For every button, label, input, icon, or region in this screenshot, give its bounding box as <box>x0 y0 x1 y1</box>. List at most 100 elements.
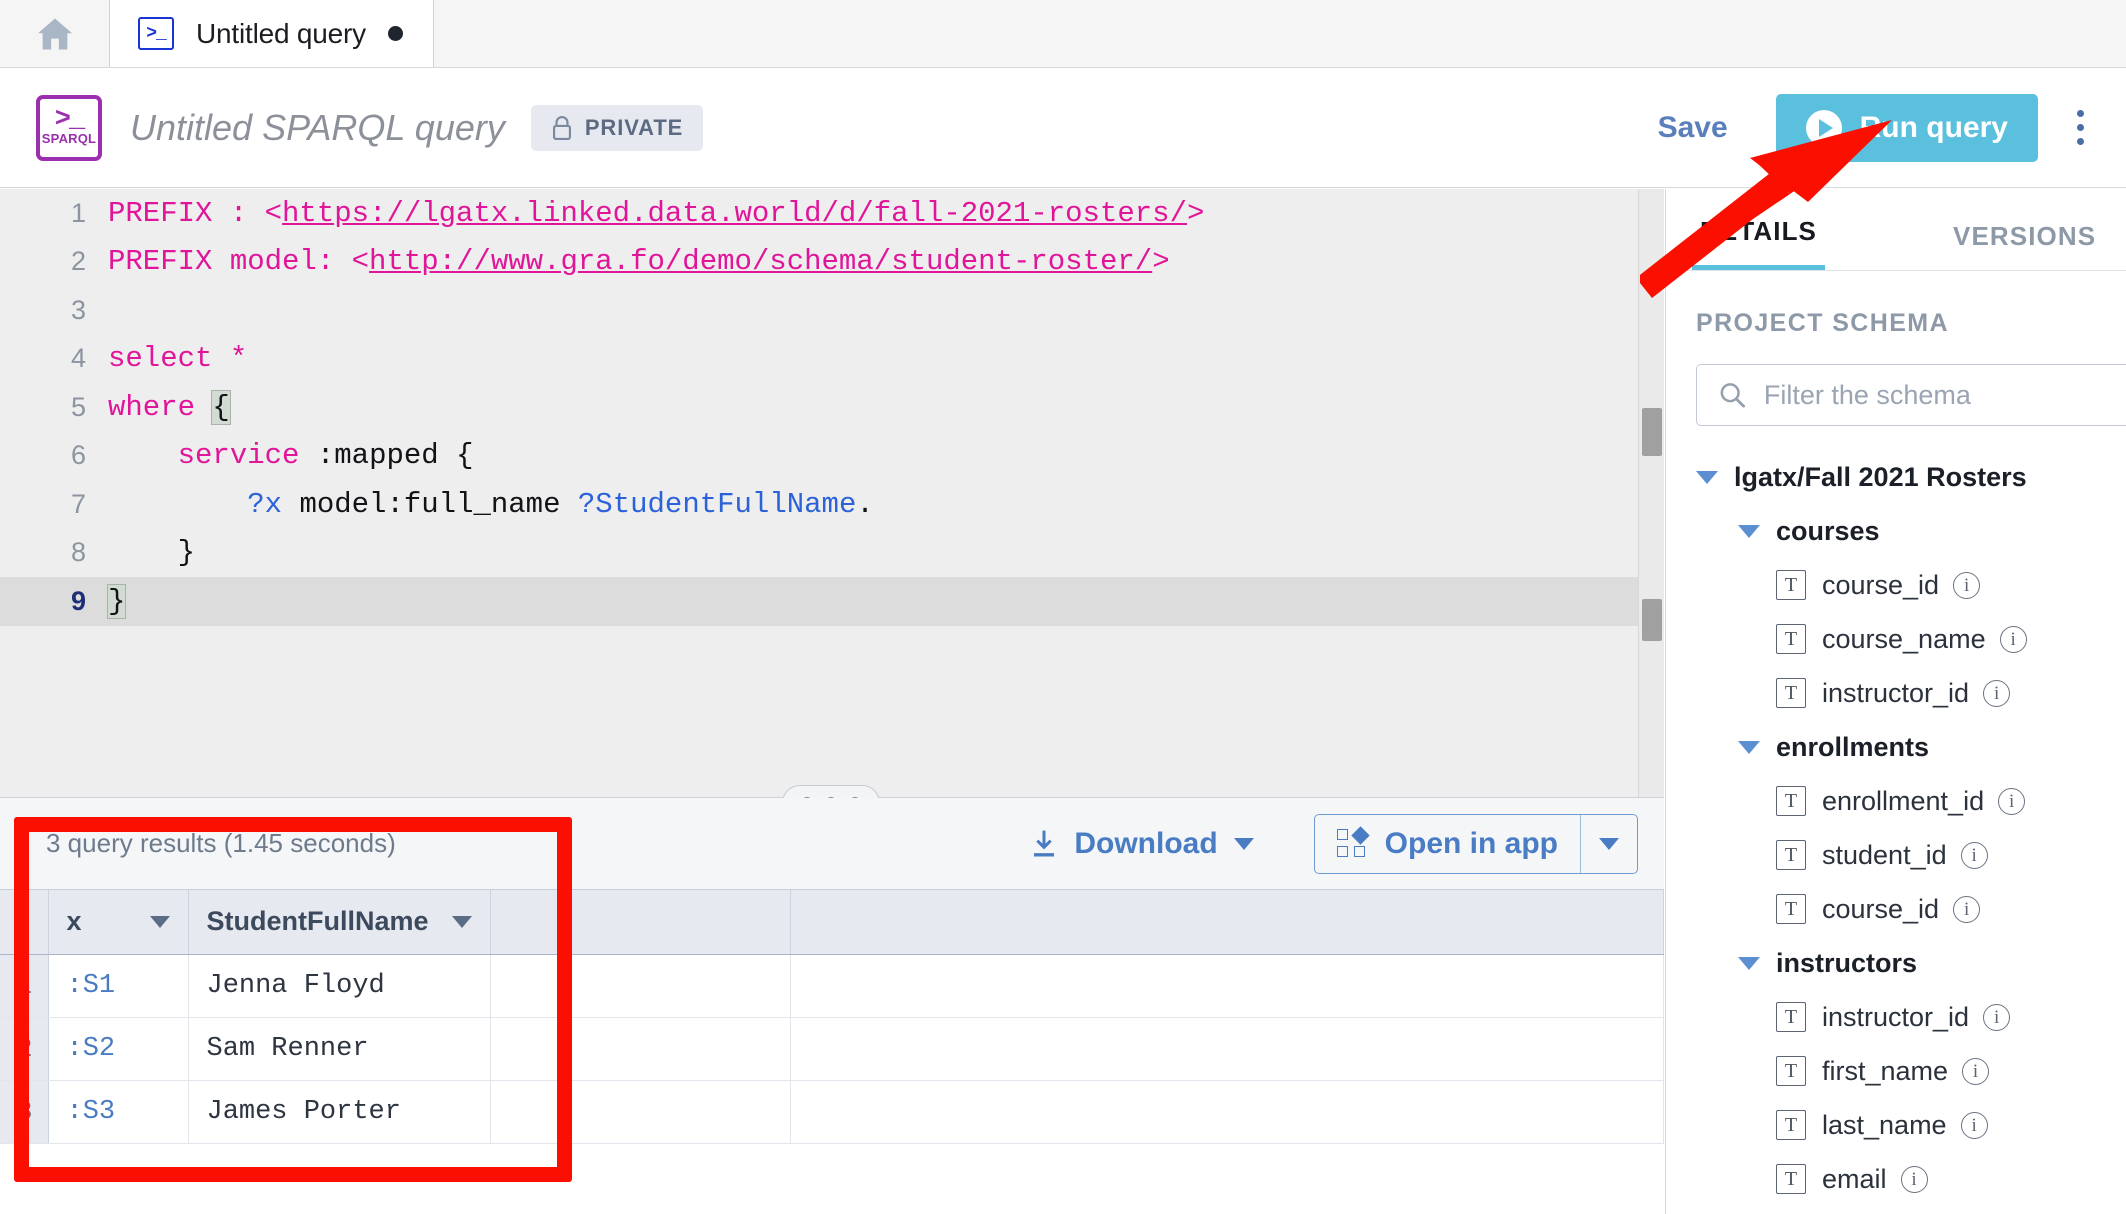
code-token: { <box>211 389 231 425</box>
project-details-sidebar: DETAILS VERSIONS PROJECT SCHEMA lgatx/Fa… <box>1665 189 2126 1214</box>
cell-x[interactable]: :S2 <box>48 1017 189 1081</box>
code-line[interactable]: 5 where { <box>0 383 1664 432</box>
schema-filter-input[interactable] <box>1763 379 2126 411</box>
cell-studentfullname[interactable]: James Porter <box>188 1080 491 1144</box>
table-row[interactable]: 2:S2 Sam Renner <box>0 1017 1664 1081</box>
download-icon <box>1034 830 1055 856</box>
info-icon[interactable]: i <box>1953 571 1981 599</box>
cell-x[interactable]: :S1 <box>48 954 189 1018</box>
tab-details[interactable]: DETAILS <box>1692 216 1825 270</box>
code-line[interactable]: 6 service :mapped { <box>0 432 1664 481</box>
editor-scrollbar-thumb[interactable] <box>1642 408 1662 456</box>
chevron-down-icon[interactable] <box>1734 948 1764 978</box>
code-line[interactable]: 3 <box>0 286 1664 335</box>
code-token: model:full_name <box>282 487 578 521</box>
schema-group-lgatx-fall-2021-rosters[interactable]: lgatx/Fall 2021 Rosters <box>1692 450 2126 504</box>
code-lines-container[interactable]: 1 PREFIX : <https://lgatx.linked.data.wor… <box>0 189 1664 797</box>
chevron-down-icon[interactable] <box>149 915 170 928</box>
line-number: 4 <box>70 343 86 374</box>
editor-tab-untitled-query[interactable]: >_ Untitled query <box>110 0 434 67</box>
schema-field-course-id[interactable]: Tcourse_id i <box>1692 558 2126 612</box>
code-text[interactable]: PREFIX model: <http://www.gra.fo/demo/sc… <box>108 245 1170 278</box>
schema-field-course-id[interactable]: Tcourse_id i <box>1692 882 2126 936</box>
schema-field-instructor-id[interactable]: Tinstructor_id i <box>1692 990 2126 1044</box>
more-options-button[interactable] <box>2060 98 2100 158</box>
code-text[interactable]: service :mapped { <box>108 439 474 472</box>
code-line[interactable]: 4 select * <box>0 335 1664 384</box>
code-text[interactable]: } <box>108 536 195 569</box>
editor-scrollbar-thumb-lower[interactable] <box>1642 599 1662 641</box>
sparql-code-editor[interactable]: 1 PREFIX : <https://lgatx.linked.data.wor… <box>0 189 1664 797</box>
schema-field-label: course_id <box>1822 893 1940 924</box>
download-button[interactable]: Download <box>1016 819 1267 869</box>
code-token: http://www.gra.fo/demo/schema/student-ro… <box>369 245 1153 279</box>
code-text[interactable]: where { <box>108 389 231 425</box>
schema-filter-wrapper <box>1666 338 2126 426</box>
chevron-down-icon[interactable] <box>451 915 472 928</box>
query-header-toolbar: >_ SPARQL Untitled SPARQL query PRIVATE … <box>0 68 2126 188</box>
chevron-down-icon[interactable] <box>1734 516 1764 546</box>
download-label: Download <box>1074 826 1218 860</box>
schema-field-course-name[interactable]: Tcourse_name i <box>1692 612 2126 666</box>
column-header-studentfullname[interactable]: StudentFullName <box>188 890 491 955</box>
info-icon[interactable]: i <box>1962 1057 1990 1085</box>
cell-studentfullname[interactable]: Jenna Floyd <box>188 954 491 1018</box>
code-text[interactable]: select * <box>108 342 247 375</box>
chevron-down-icon[interactable] <box>1734 732 1764 762</box>
info-icon[interactable]: i <box>1983 679 2011 707</box>
table-row[interactable]: 1:S1 Jenna Floyd <box>0 954 1664 1018</box>
cell-filler <box>790 954 1664 1018</box>
code-text[interactable]: ?x model:full_name ?StudentFullName. <box>108 488 874 521</box>
home-button[interactable] <box>0 0 110 67</box>
code-line[interactable]: 9} <box>0 577 1664 626</box>
editor-vertical-scrollbar[interactable] <box>1638 189 1664 797</box>
code-text[interactable]: PREFIX : <https://lgatx.linked.data.worl… <box>108 197 1204 230</box>
open-in-app-button[interactable]: Open in app <box>1313 813 1638 874</box>
code-line[interactable]: 2 PREFIX model: <http://www.gra.fo/demo/s… <box>0 238 1664 287</box>
column-header-x-label: x <box>66 906 82 937</box>
line-number: 7 <box>70 488 86 519</box>
cell-x[interactable]: :S3 <box>48 1080 189 1144</box>
schema-field-student-id[interactable]: Tstudent_id i <box>1692 828 2126 882</box>
schema-tree[interactable]: lgatx/Fall 2021 Rosters courses Tcourse_id… <box>1666 426 2126 1206</box>
info-icon[interactable]: i <box>1900 1165 1928 1193</box>
schema-field-email[interactable]: Temail i <box>1692 1152 2126 1206</box>
line-number: 8 <box>70 537 86 568</box>
save-button[interactable]: Save <box>1636 101 1750 155</box>
text-type-icon: T <box>1776 1056 1806 1086</box>
open-in-app-dropdown[interactable] <box>1580 814 1637 873</box>
query-title[interactable]: Untitled SPARQL query <box>130 107 505 149</box>
schema-filter-box[interactable] <box>1696 364 2126 426</box>
chevron-down-icon[interactable] <box>1692 462 1722 492</box>
code-token: where <box>108 390 213 424</box>
run-query-button[interactable]: Run query <box>1775 93 2038 162</box>
schema-field-first-name[interactable]: Tfirst_name i <box>1692 1044 2126 1098</box>
schema-field-last-name[interactable]: Tlast_name i <box>1692 1098 2126 1152</box>
cell-studentfullname[interactable]: Sam Renner <box>188 1017 491 1081</box>
tab-versions[interactable]: VERSIONS <box>1945 221 2104 270</box>
info-icon[interactable]: i <box>1960 841 1988 869</box>
run-query-label: Run query <box>1859 110 2008 144</box>
code-text[interactable]: } <box>106 583 127 619</box>
code-token: PREFIX model: < <box>108 245 370 279</box>
apps-grid-icon <box>1336 825 1370 859</box>
code-line[interactable]: 8 } <box>0 529 1664 578</box>
code-line[interactable]: 7 ?x model:full_name ?StudentFullName. <box>0 480 1664 529</box>
schema-group-instructors[interactable]: instructors <box>1692 936 2126 990</box>
code-token: PREFIX : < <box>108 196 283 230</box>
schema-group-enrollments[interactable]: enrollments <box>1692 720 2126 774</box>
table-row[interactable]: 3:S3 James Porter <box>0 1080 1664 1144</box>
cell-filler <box>790 1080 1664 1144</box>
info-icon[interactable]: i <box>1998 787 2026 815</box>
schema-group-courses[interactable]: courses <box>1692 504 2126 558</box>
info-icon[interactable]: i <box>1999 625 2027 653</box>
schema-field-enrollment-id[interactable]: Tenrollment_id i <box>1692 774 2126 828</box>
code-line[interactable]: 1 PREFIX : <https://lgatx.linked.data.wor… <box>0 189 1664 238</box>
column-header-x[interactable]: x <box>48 890 189 955</box>
info-icon[interactable]: i <box>1983 1003 2011 1031</box>
info-icon[interactable]: i <box>1953 895 1981 923</box>
info-icon[interactable]: i <box>1960 1111 1988 1139</box>
line-number: 5 <box>70 391 86 422</box>
column-header-filler <box>790 890 1664 955</box>
schema-field-instructor-id[interactable]: Tinstructor_id i <box>1692 666 2126 720</box>
